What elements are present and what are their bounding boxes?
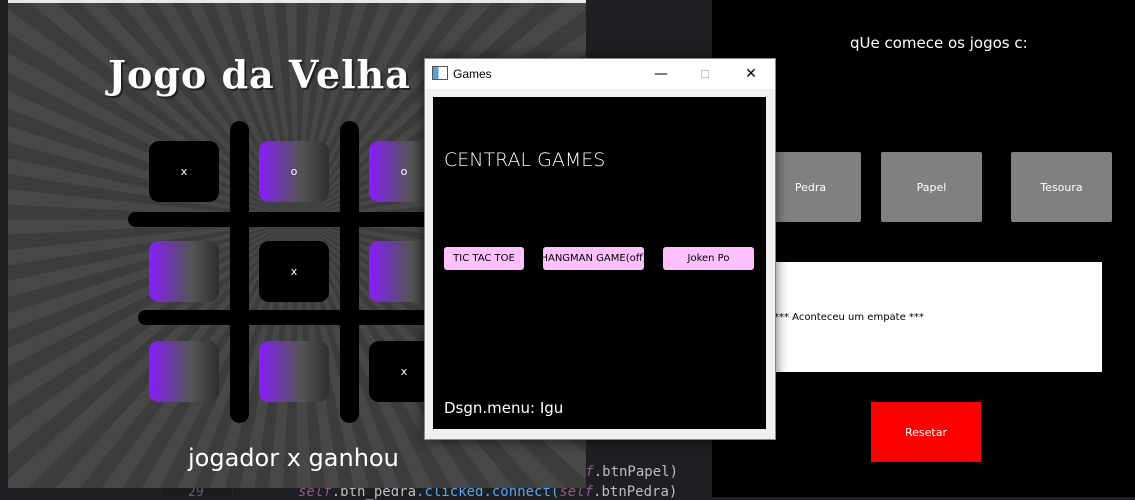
grid-bar-vertical (230, 121, 249, 423)
code-rest: .btnPedra) (593, 484, 678, 500)
tictactoe-button[interactable]: TIC TAC TOE (444, 247, 524, 270)
game-title: Jogo da Velha (108, 52, 411, 97)
app-icon (432, 66, 448, 80)
title-bar[interactable]: Games — ☐ ✕ (425, 59, 775, 89)
result-box: *** Aconteceu um empate *** (752, 262, 1102, 372)
code-rest: .btnPapel) (593, 464, 679, 480)
minimize-icon[interactable]: — (649, 63, 673, 85)
design-credit: Dsgn.menu: Igu (444, 399, 564, 417)
game-status: jogador x ganhou (188, 444, 399, 472)
board-cell[interactable]: x (149, 141, 219, 202)
window-top-border (8, 0, 586, 3)
central-games-title: CENTRAL GAMES (444, 149, 606, 171)
result-text: *** Aconteceu um empate *** (774, 312, 924, 323)
board-cell[interactable]: x (259, 241, 329, 302)
rps-heading: qUe comece os jogos c: (850, 34, 1028, 52)
hangman-button[interactable]: HANGMAN GAME(off) (543, 247, 644, 270)
paper-button[interactable]: Papel (881, 152, 982, 222)
window-title: Games (453, 67, 492, 81)
board-cell[interactable] (259, 341, 329, 402)
games-window: Games — ☐ ✕ CENTRAL GAMES TIC TAC TOE HA… (424, 58, 776, 440)
board-cell[interactable] (149, 241, 219, 302)
close-icon[interactable]: ✕ (739, 63, 763, 85)
grid-bar-vertical (340, 121, 359, 423)
scissors-button[interactable]: Tesoura (1011, 152, 1112, 222)
jokenpo-button[interactable]: Joken Po (663, 247, 754, 270)
board-cell[interactable] (149, 341, 219, 402)
games-panel: CENTRAL GAMES TIC TAC TOE HANGMAN GAME(o… (433, 97, 766, 429)
maximize-icon[interactable]: ☐ (693, 63, 717, 85)
reset-button[interactable]: Resetar (871, 402, 981, 462)
board-cell[interactable]: o (259, 141, 329, 202)
